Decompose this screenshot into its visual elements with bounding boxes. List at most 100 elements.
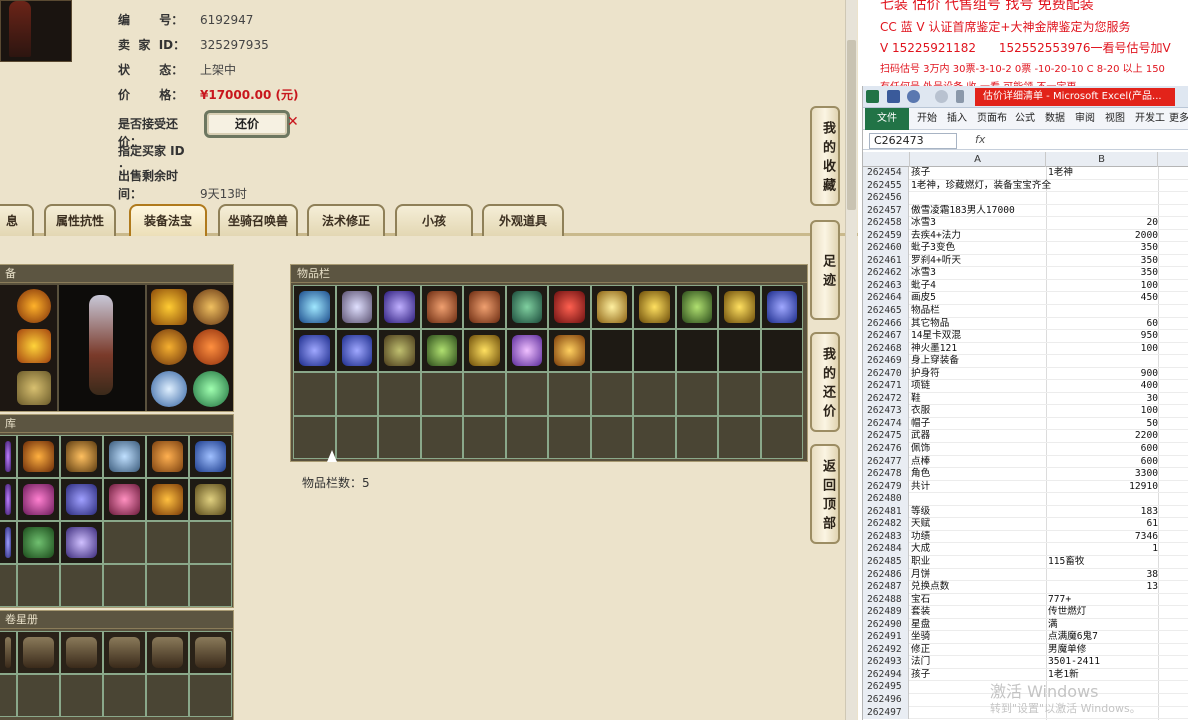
storage-slot[interactable] <box>189 564 232 607</box>
cell-a[interactable]: 护身符 <box>911 368 1046 381</box>
ribbon-tab-page-layout[interactable]: 页面布 <box>977 111 1007 127</box>
storage-slot[interactable] <box>0 478 17 521</box>
cell-a[interactable]: 衣服 <box>911 405 1046 418</box>
storage-slot[interactable] <box>146 478 189 521</box>
ribbon-tab-file[interactable]: 文件 <box>865 108 909 130</box>
boots-icon[interactable] <box>17 371 51 405</box>
name-box[interactable]: C262473 <box>869 133 957 149</box>
row-number[interactable]: 262470 <box>863 367 909 381</box>
inventory-slot[interactable] <box>420 415 463 459</box>
row-number[interactable]: 262474 <box>863 417 909 431</box>
cell-a[interactable]: 佩饰 <box>911 443 1046 456</box>
cell-a[interactable]: 蚍子4 <box>911 280 1046 293</box>
column-header-a[interactable]: A <box>910 152 1046 167</box>
cell-a[interactable]: 去疾4+法力 <box>911 230 1046 243</box>
undo-icon[interactable] <box>907 90 920 103</box>
cell-a[interactable]: 物品栏 <box>911 305 1046 318</box>
column-header-b[interactable]: B <box>1046 152 1158 167</box>
row-number[interactable]: 262486 <box>863 568 909 582</box>
storage-slot[interactable] <box>17 564 60 607</box>
quick-access-dropdown-icon[interactable] <box>956 90 964 103</box>
cell-b[interactable]: 450 <box>1048 292 1158 305</box>
row-number[interactable]: 262464 <box>863 292 909 306</box>
cell-a[interactable]: 月饼 <box>911 569 1046 582</box>
inventory-slot[interactable] <box>293 372 336 416</box>
row-number[interactable]: 262489 <box>863 606 909 619</box>
cell-b[interactable]: 950 <box>1048 330 1158 343</box>
cell-a[interactable]: 角色 <box>911 468 1046 481</box>
redo-icon[interactable] <box>935 90 948 103</box>
ring-icon[interactable] <box>151 329 187 365</box>
ribbon-tab-view[interactable]: 视图 <box>1105 111 1125 127</box>
cell-b[interactable]: 400 <box>1048 380 1158 393</box>
cell-a[interactable]: 冰雪3 <box>911 267 1046 280</box>
cell-b[interactable]: 1 <box>1048 543 1158 556</box>
cell-a[interactable]: 蚍子3变色 <box>911 242 1046 255</box>
storage-slot[interactable] <box>60 478 103 521</box>
cell-a[interactable]: 项链 <box>911 380 1046 393</box>
storage-slot[interactable] <box>0 521 17 564</box>
ribbon-tab-insert[interactable]: 插入 <box>947 111 967 127</box>
star-book-slot[interactable] <box>189 631 232 674</box>
inventory-slot[interactable] <box>760 415 803 459</box>
cell-b[interactable]: 100 <box>1048 343 1158 356</box>
cell-a[interactable]: 神火墨121 <box>911 343 1046 356</box>
inventory-slot[interactable] <box>335 372 378 416</box>
row-number[interactable]: 262487 <box>863 581 909 594</box>
row-number[interactable]: 262483 <box>863 530 909 544</box>
inventory-slot[interactable] <box>760 285 803 329</box>
cell-b[interactable]: 传世燃灯 <box>1048 606 1158 619</box>
tab-equipment[interactable]: 装备法宝 <box>129 204 207 236</box>
cell-b[interactable]: 男魔单修 <box>1048 644 1158 657</box>
storage-slot[interactable] <box>103 521 146 564</box>
row-number[interactable]: 262467 <box>863 330 909 343</box>
cell-a[interactable]: 宝石 <box>911 594 1046 607</box>
tab-spell-correction[interactable]: 法术修正 <box>307 204 385 236</box>
row-number[interactable]: 262478 <box>863 468 909 481</box>
ribbon-tab-developer[interactable]: 开发工 <box>1135 111 1165 127</box>
row-number[interactable]: 262460 <box>863 242 909 255</box>
cell-a[interactable]: 鞋 <box>911 393 1046 406</box>
crown-icon[interactable] <box>17 289 51 323</box>
star-book-slot[interactable] <box>146 674 189 717</box>
row-number[interactable]: 262484 <box>863 543 909 556</box>
star-book-slot[interactable] <box>60 674 103 717</box>
star-book-slot[interactable] <box>103 674 146 717</box>
star-book-slot[interactable] <box>17 631 60 674</box>
cell-a[interactable]: 套装 <box>911 606 1046 619</box>
row-number[interactable]: 262476 <box>863 443 909 456</box>
cell-b[interactable]: 38 <box>1048 569 1158 582</box>
jade-icon[interactable] <box>193 371 229 407</box>
inventory-slot[interactable] <box>378 328 421 372</box>
row-number[interactable]: 262473 <box>863 405 909 418</box>
page-scrollbar[interactable] <box>845 0 857 720</box>
cell-a[interactable]: 傲雪凌霜183男人17000 <box>911 205 1046 218</box>
necklace-icon[interactable] <box>193 289 229 325</box>
row-number[interactable]: 262481 <box>863 505 909 519</box>
row-number[interactable]: 262480 <box>863 493 909 506</box>
cell-b[interactable]: 350 <box>1048 255 1158 268</box>
inventory-slot[interactable] <box>633 328 676 372</box>
storage-slot[interactable] <box>0 564 17 607</box>
storage-slot[interactable] <box>146 521 189 564</box>
inventory-slot[interactable] <box>463 372 506 416</box>
row-number[interactable]: 262472 <box>863 392 909 406</box>
row-number[interactable]: 262477 <box>863 455 909 469</box>
cell-a[interactable]: 星盘 <box>911 619 1046 632</box>
storage-slot[interactable] <box>189 435 232 478</box>
tab-children[interactable]: 小孩 <box>395 204 473 236</box>
storage-slot[interactable] <box>189 478 232 521</box>
cell-a[interactable]: 修正 <box>911 644 1046 657</box>
cell-b[interactable]: 600 <box>1048 443 1158 456</box>
cell-a[interactable]: 兑换点数 <box>911 581 1046 594</box>
ribbon-tab-formulas[interactable]: 公式 <box>1015 111 1035 127</box>
cell-b[interactable]: 2000 <box>1048 230 1158 243</box>
cell-a[interactable]: 冰雪3 <box>911 217 1046 230</box>
row-number[interactable]: 262462 <box>863 267 909 280</box>
inventory-slot[interactable] <box>378 372 421 416</box>
cell-b[interactable]: 12910 <box>1048 481 1158 494</box>
row-number[interactable]: 262482 <box>863 518 909 531</box>
row-number[interactable]: 262492 <box>863 643 909 657</box>
scrollbar-thumb[interactable] <box>847 40 856 210</box>
cell-b[interactable]: 100 <box>1048 280 1158 293</box>
